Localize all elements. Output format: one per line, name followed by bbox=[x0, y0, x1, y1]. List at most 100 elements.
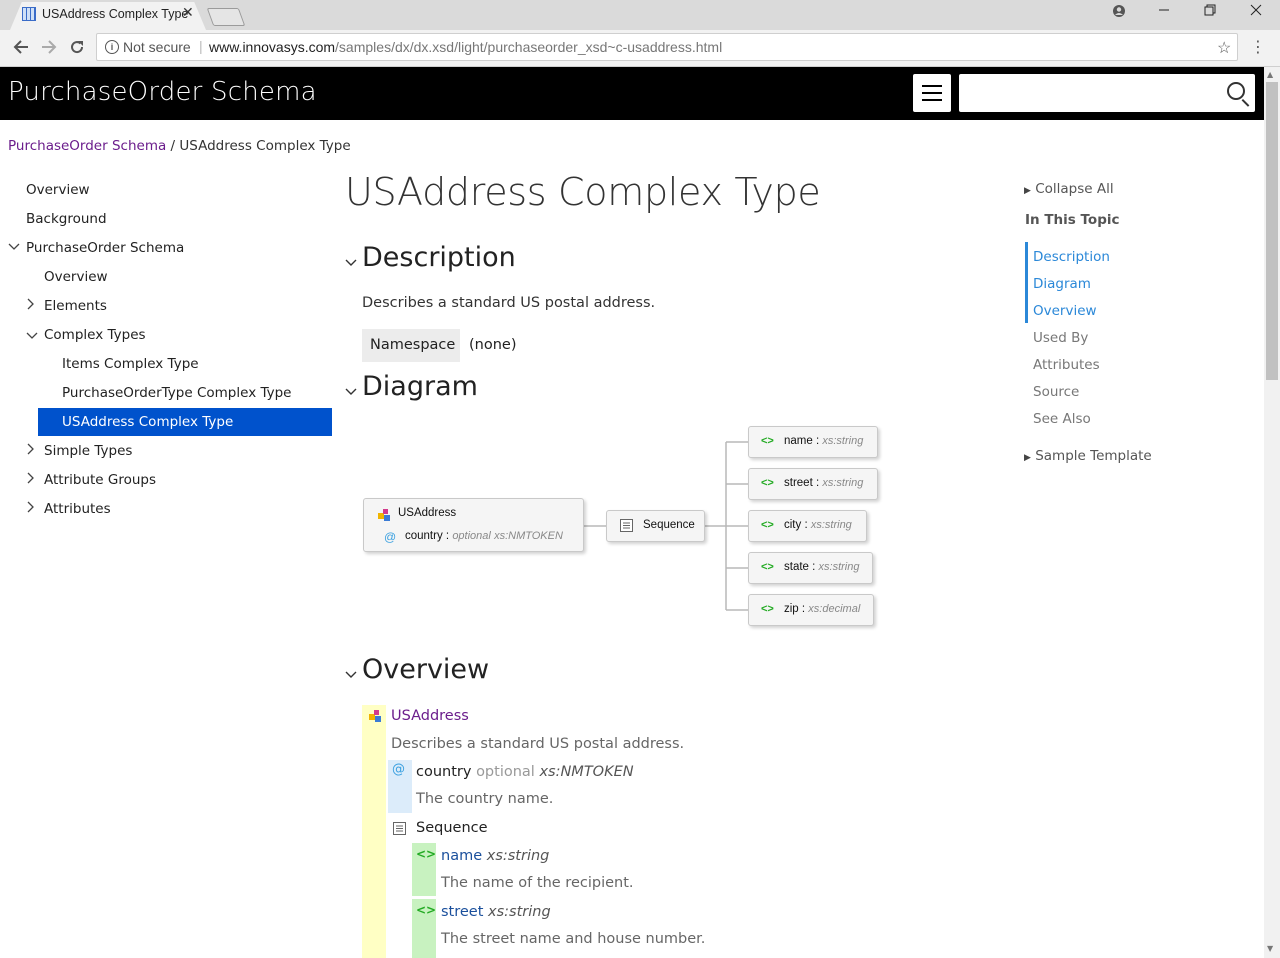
overview-element-description: The name of the recipient. bbox=[441, 875, 634, 891]
diagram-element-node[interactable]: <> city : xs:string bbox=[748, 510, 867, 542]
diagram-element-name: city : bbox=[784, 519, 808, 531]
nav-item-complex-types[interactable]: Complex Types bbox=[44, 321, 146, 349]
toc-active-indicator bbox=[1025, 242, 1028, 323]
overview-element: name xs:string bbox=[441, 848, 549, 864]
sample-template-button[interactable]: ▶ Sample Template bbox=[1024, 448, 1152, 464]
diagram-element-label: street : xs:string bbox=[784, 477, 863, 489]
overview-element-type: xs:string bbox=[486, 848, 550, 864]
toc-link-source[interactable]: Source bbox=[1033, 384, 1079, 400]
scroll-up-arrow-icon[interactable]: ▲ bbox=[1267, 70, 1273, 79]
toc-link-used-by[interactable]: Used By bbox=[1033, 330, 1088, 346]
nav-item-overview[interactable]: Overview bbox=[26, 176, 90, 204]
site-header: PurchaseOrder Schema bbox=[0, 67, 1264, 120]
nav-item-simple-types[interactable]: Simple Types bbox=[44, 437, 132, 465]
restore-icon[interactable] bbox=[1204, 4, 1216, 20]
namespace-label: Namespace bbox=[362, 329, 460, 362]
chevron-right-icon[interactable] bbox=[27, 298, 35, 313]
sample-template-label: Sample Template bbox=[1035, 448, 1152, 464]
overview-element-link[interactable]: street bbox=[441, 904, 483, 920]
chevron-down-icon[interactable] bbox=[345, 385, 357, 400]
url-text[interactable]: www.innovasys.com/samples/dx/dx.xsd/ligh… bbox=[209, 39, 722, 55]
diagram-attr-type: xs:NMTOKEN bbox=[494, 530, 563, 542]
tab-title: USAddress Complex Type bbox=[42, 7, 189, 21]
nav-item-attribute-groups[interactable]: Attribute Groups bbox=[44, 466, 156, 494]
section-heading-description[interactable]: Description bbox=[362, 242, 516, 273]
breadcrumb-link-schema[interactable]: PurchaseOrder Schema bbox=[8, 138, 166, 154]
sequence-icon bbox=[393, 820, 406, 839]
close-window-icon[interactable] bbox=[1250, 4, 1262, 20]
tab-favicon-icon bbox=[22, 7, 36, 21]
section-heading-overview[interactable]: Overview bbox=[362, 654, 489, 685]
toc-link-see-also[interactable]: See Also bbox=[1033, 411, 1091, 427]
nav-item-schema[interactable]: PurchaseOrder Schema bbox=[26, 234, 184, 262]
chevron-right-icon[interactable] bbox=[27, 472, 35, 487]
scrollbar-thumb[interactable] bbox=[1266, 82, 1278, 380]
diagram-element-label: name : xs:string bbox=[784, 435, 863, 447]
attribute-icon: @ bbox=[384, 530, 397, 544]
chevron-down-icon[interactable] bbox=[8, 241, 20, 254]
caret-right-icon: ▶ bbox=[1024, 186, 1031, 196]
nav-item-elements[interactable]: Elements bbox=[44, 292, 107, 320]
address-bar[interactable]: i Not secure | www.innovasys.com/samples… bbox=[96, 33, 1238, 61]
breadcrumb: PurchaseOrder Schema / USAddress Complex… bbox=[8, 138, 351, 154]
namespace-value: (none) bbox=[469, 337, 517, 353]
diagram-type-node[interactable]: USAddress @ country : optional xs:NMTOKE… bbox=[363, 498, 584, 552]
toc-line bbox=[922, 92, 942, 94]
nav-item-purchaseordertype-complex-type[interactable]: PurchaseOrderType Complex Type bbox=[62, 379, 291, 407]
element-icon: <> bbox=[761, 435, 774, 447]
diagram-element-node[interactable]: <> zip : xs:decimal bbox=[748, 594, 874, 626]
scroll-down-arrow-icon[interactable]: ▼ bbox=[1267, 944, 1273, 953]
chevron-right-icon[interactable] bbox=[27, 443, 35, 458]
nav-item-background[interactable]: Background bbox=[26, 205, 107, 233]
diagram-element-node[interactable]: <> street : xs:string bbox=[748, 468, 878, 500]
new-tab-button[interactable] bbox=[206, 8, 246, 26]
browser-menu-icon[interactable]: ⋮ bbox=[1250, 37, 1266, 56]
forward-arrow-icon[interactable] bbox=[40, 38, 58, 61]
nav-item-attributes[interactable]: Attributes bbox=[44, 495, 111, 523]
section-heading-diagram[interactable]: Diagram bbox=[362, 371, 478, 402]
chevron-down-icon[interactable] bbox=[26, 330, 38, 343]
diagram-attr-name: country : bbox=[405, 530, 450, 542]
bookmark-star-icon[interactable]: ☆ bbox=[1217, 38, 1231, 58]
toc-link-overview[interactable]: Overview bbox=[1033, 303, 1097, 319]
breadcrumb-current: USAddress Complex Type bbox=[179, 138, 351, 154]
overview-type-description: Describes a standard US postal address. bbox=[391, 736, 685, 752]
nav-item-usaddress-complex-type[interactable]: USAddress Complex Type bbox=[38, 408, 332, 436]
chevron-down-icon[interactable] bbox=[345, 256, 357, 271]
toc-link-diagram[interactable]: Diagram bbox=[1033, 276, 1091, 292]
nav-item-items-complex-type[interactable]: Items Complex Type bbox=[62, 350, 199, 378]
overview-sequence-label: Sequence bbox=[416, 820, 488, 836]
search-icon[interactable] bbox=[1227, 82, 1245, 100]
diagram-sequence-node[interactable]: Sequence bbox=[606, 510, 705, 542]
back-arrow-icon[interactable] bbox=[12, 38, 30, 61]
sequence-icon bbox=[620, 519, 633, 535]
overview-element: street xs:string bbox=[441, 904, 551, 920]
toc-link-attributes[interactable]: Attributes bbox=[1033, 357, 1100, 373]
chevron-right-icon[interactable] bbox=[27, 501, 35, 516]
tab-close-icon[interactable]: ✕ bbox=[182, 5, 194, 21]
info-icon[interactable]: i bbox=[105, 40, 119, 54]
nav-item-schema-overview[interactable]: Overview bbox=[44, 263, 108, 291]
overview-type-link[interactable]: USAddress bbox=[391, 708, 469, 724]
security-label[interactable]: Not secure bbox=[123, 39, 191, 55]
diagram-element-type: xs:string bbox=[822, 435, 864, 447]
in-this-topic-heading: In This Topic bbox=[1025, 212, 1120, 228]
diagram-element-node[interactable]: <> state : xs:string bbox=[748, 552, 873, 584]
site-title[interactable]: PurchaseOrder Schema bbox=[8, 77, 317, 107]
search-input[interactable] bbox=[959, 74, 1255, 112]
profile-icon[interactable] bbox=[1112, 4, 1126, 22]
toc-menu-button[interactable] bbox=[913, 74, 951, 112]
element-icon: <> bbox=[416, 903, 437, 917]
element-icon: <> bbox=[761, 561, 774, 573]
collapse-all-label: Collapse All bbox=[1035, 181, 1114, 197]
complex-type-icon bbox=[376, 507, 392, 526]
diagram-element-node[interactable]: <> name : xs:string bbox=[748, 426, 878, 458]
url-domain: www.innovasys.com bbox=[209, 39, 336, 55]
toc-link-description[interactable]: Description bbox=[1033, 249, 1110, 265]
collapse-all-button[interactable]: ▶ Collapse All bbox=[1024, 181, 1114, 197]
page-title: USAddress Complex Type bbox=[345, 170, 821, 214]
overview-element-link[interactable]: name bbox=[441, 848, 482, 864]
chevron-down-icon[interactable] bbox=[345, 668, 357, 683]
reload-icon[interactable] bbox=[68, 38, 86, 61]
minimize-icon[interactable] bbox=[1158, 4, 1170, 20]
